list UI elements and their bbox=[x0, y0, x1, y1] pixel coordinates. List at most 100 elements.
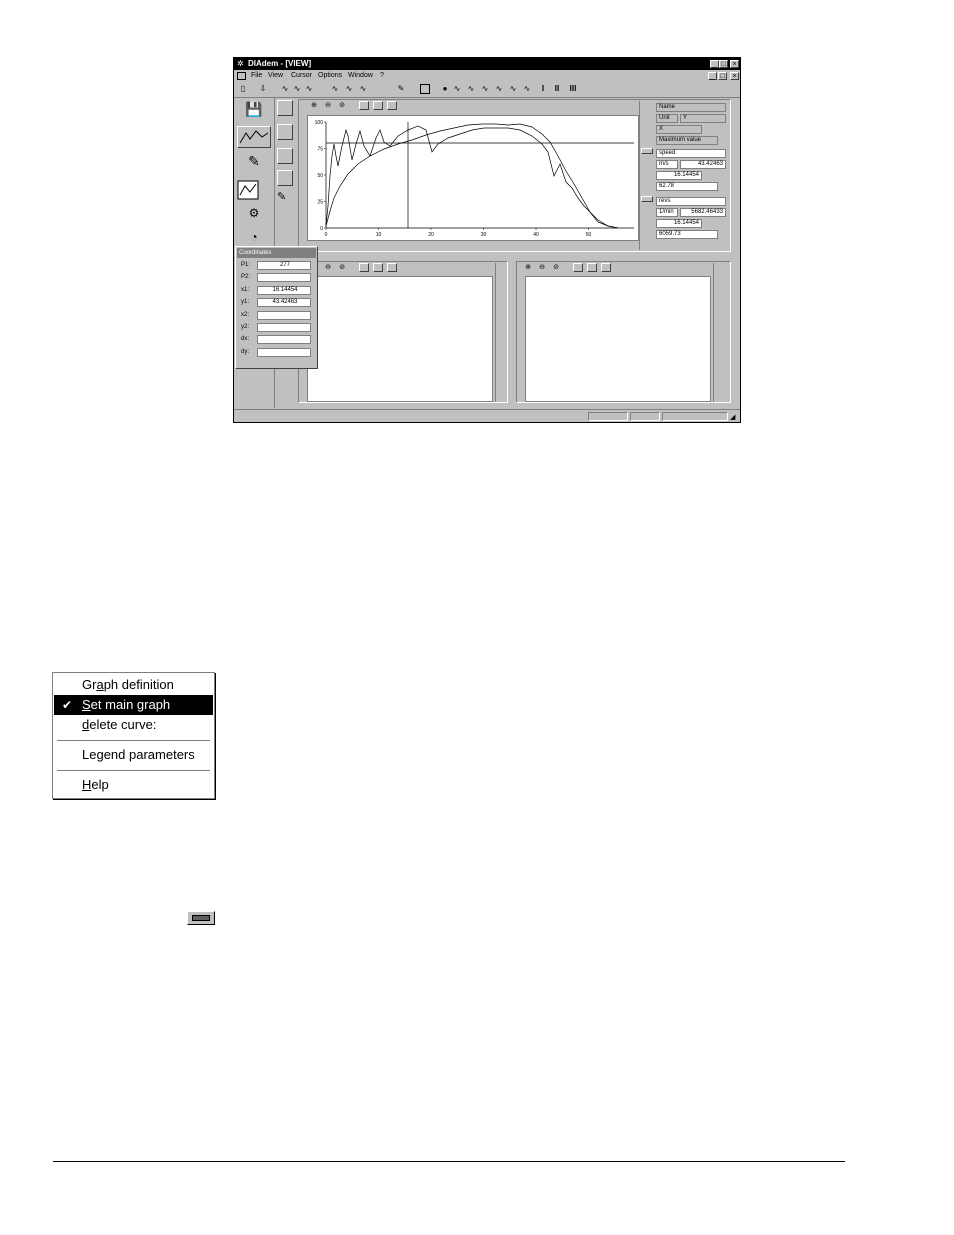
zoom-back-icon[interactable]: ⊖ bbox=[537, 263, 547, 272]
menu-item-help[interactable]: Help bbox=[54, 775, 213, 795]
curve1-x-value: 16.14454 bbox=[656, 171, 702, 180]
doc-close-button[interactable]: × bbox=[730, 72, 739, 80]
menu-item-label: Help bbox=[82, 777, 109, 792]
zoom-out-icon[interactable]: ⊘ bbox=[551, 263, 561, 272]
curve1-y-value: 43.42463 bbox=[680, 160, 726, 169]
title-bar: ✲ DIAdem - [VIEW] _ □ × bbox=[234, 58, 740, 70]
view-panel-icon[interactable] bbox=[237, 126, 271, 148]
curve-icon[interactable]: ∿ bbox=[280, 84, 290, 94]
doc-minimize-button[interactable]: _ bbox=[708, 72, 717, 80]
graph-area-empty[interactable] bbox=[525, 276, 711, 402]
roman-one-icon[interactable]: I bbox=[538, 84, 548, 94]
minimize-button[interactable]: _ bbox=[710, 60, 719, 68]
zoom-back-icon[interactable]: ⊖ bbox=[323, 101, 333, 110]
revs-curve bbox=[325, 125, 619, 229]
report-graph-icon[interactable] bbox=[237, 180, 271, 202]
curve-icon[interactable]: ∿ bbox=[522, 84, 532, 94]
curve-icon[interactable]: ∿ bbox=[330, 84, 340, 94]
graph-area-empty[interactable] bbox=[307, 276, 493, 402]
legend-panel: Name Unit Y X Maximum value speed m/s 43… bbox=[655, 102, 729, 248]
calculator-icon[interactable]: ✎ bbox=[237, 153, 271, 175]
menu-item-legend-parameters[interactable]: Legend parameters bbox=[54, 745, 213, 765]
menu-item-label: Graph definition bbox=[82, 677, 174, 692]
zoom-out-icon[interactable]: ⊘ bbox=[337, 101, 347, 110]
zoom-in-icon[interactable]: ⊕ bbox=[523, 263, 533, 272]
document-icon[interactable] bbox=[237, 72, 246, 80]
doc-restore-button[interactable]: □ bbox=[718, 72, 727, 80]
layout-icon[interactable] bbox=[277, 100, 293, 116]
view-mode-icon[interactable] bbox=[373, 101, 383, 110]
curve1-toggle-button[interactable] bbox=[641, 148, 653, 154]
curve-icon[interactable]: ∿ bbox=[452, 84, 462, 94]
layout-icon[interactable] bbox=[277, 124, 293, 140]
coordinate-label: x1: bbox=[241, 286, 250, 293]
view-mode-icon[interactable] bbox=[387, 101, 397, 110]
footer-rule bbox=[53, 1161, 845, 1162]
status-pane bbox=[662, 412, 728, 421]
data-save-icon[interactable]: 💾 bbox=[237, 101, 271, 121]
info-icon[interactable]: ● bbox=[440, 84, 450, 94]
coordinates-panel[interactable]: Coordinates P1: 277 P2: x1: 16.14454 y1: 43.42… bbox=[235, 246, 318, 369]
lower-left-graph-panel: ⊕ ⊖ ⊘ bbox=[298, 261, 508, 403]
main-graph-area[interactable]: 100 75 50 25 0 0 10 20 30 40 50 bbox=[307, 115, 639, 241]
view-mode-icon[interactable] bbox=[359, 263, 369, 272]
close-button[interactable]: × bbox=[730, 60, 739, 68]
maximize-button[interactable]: □ bbox=[719, 60, 728, 68]
menu-item-set-main-graph[interactable]: ✔ Set main graph bbox=[54, 695, 213, 715]
window-layout-icon[interactable] bbox=[420, 84, 430, 94]
layout-icon[interactable] bbox=[277, 148, 293, 164]
cursor-tool-icon[interactable]: ✎ bbox=[396, 84, 406, 94]
menu-cursor[interactable]: Cursor bbox=[291, 70, 312, 82]
status-pane bbox=[588, 412, 628, 421]
open-file-icon[interactable]: ⇩ bbox=[258, 84, 268, 94]
menu-view[interactable]: View bbox=[268, 70, 283, 82]
button-bar-icon bbox=[192, 915, 210, 921]
roman-two-icon[interactable]: II bbox=[552, 84, 562, 94]
view-mode-icon[interactable] bbox=[359, 101, 369, 110]
view-mode-icon[interactable] bbox=[601, 263, 611, 272]
resize-grip-icon[interactable]: ◢ bbox=[730, 413, 739, 422]
menu-bar: File View Cursor Options Window ? _ □ × bbox=[234, 70, 740, 82]
curve-icon[interactable]: ∿ bbox=[494, 84, 504, 94]
legend-toggle-button-icon bbox=[187, 911, 215, 925]
view-mode-icon[interactable] bbox=[573, 263, 583, 272]
menu-item-delete-curve[interactable]: delete curve: bbox=[54, 715, 213, 735]
menu-file[interactable]: File bbox=[251, 70, 262, 82]
zoom-back-icon[interactable]: ⊖ bbox=[323, 263, 333, 272]
curve-icon[interactable]: ∿ bbox=[480, 84, 490, 94]
toolbar: ▯ ⇩ ∿ ∿ ∿ ∿ ∿ ∿ ✎ ● ∿ ∿ ∿ ∿ ∿ ∿ I II III bbox=[234, 82, 740, 98]
curve-icon[interactable]: ∿ bbox=[508, 84, 518, 94]
curve2-toggle-button[interactable] bbox=[641, 196, 653, 202]
dac-icon[interactable]: ⚙ bbox=[237, 206, 271, 226]
curve1-name: speed bbox=[656, 149, 726, 158]
menu-help[interactable]: ? bbox=[380, 70, 384, 82]
menu-window[interactable]: Window bbox=[348, 70, 373, 82]
curve-icon[interactable]: ∿ bbox=[466, 84, 476, 94]
coordinates-title-bar[interactable]: Coordinates bbox=[237, 248, 316, 258]
main-graph-plot[interactable]: 100 75 50 25 0 0 10 20 30 40 50 bbox=[308, 116, 640, 242]
legend-header-x: X bbox=[656, 125, 702, 134]
y-tick-label: 50 bbox=[317, 173, 323, 179]
coordinate-label: y1: bbox=[241, 299, 250, 306]
roman-three-icon[interactable]: III bbox=[568, 84, 578, 94]
curve-icon[interactable]: ∿ bbox=[304, 84, 314, 94]
coordinate-label: x2: bbox=[241, 311, 250, 318]
zoom-out-icon[interactable]: ⊘ bbox=[337, 263, 347, 272]
menu-item-graph-definition[interactable]: Graph definition bbox=[54, 675, 213, 695]
curve-icon[interactable]: ∿ bbox=[358, 84, 368, 94]
view-mode-icon[interactable] bbox=[373, 263, 383, 272]
zoom-in-icon[interactable]: ⊕ bbox=[309, 101, 319, 110]
x-tick-label: 0 bbox=[325, 232, 328, 238]
x-tick-label: 50 bbox=[586, 232, 592, 238]
layout-icon[interactable] bbox=[277, 170, 293, 186]
menu-options[interactable]: Options bbox=[318, 70, 342, 82]
curve-icon[interactable]: ∿ bbox=[344, 84, 354, 94]
view-mode-icon[interactable] bbox=[387, 263, 397, 272]
view-mode-icon[interactable] bbox=[587, 263, 597, 272]
new-file-icon[interactable]: ▯ bbox=[238, 84, 248, 94]
graph-context-menu: Graph definition ✔ Set main graph delete… bbox=[52, 672, 215, 799]
curve1-unit: m/s bbox=[656, 160, 678, 169]
coordinate-value: 43.42463 bbox=[257, 298, 311, 308]
edit-icon[interactable]: ✎ bbox=[277, 190, 293, 206]
curve-icon[interactable]: ∿ bbox=[292, 84, 302, 94]
